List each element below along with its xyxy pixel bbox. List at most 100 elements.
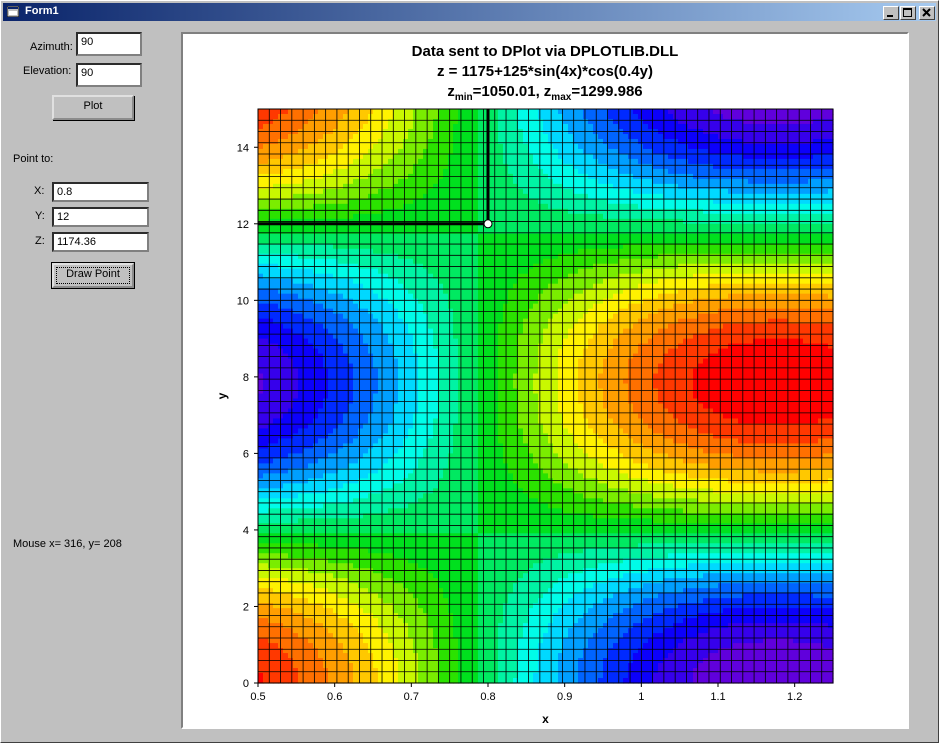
heatmap-cell <box>453 273 459 280</box>
heatmap-cell <box>348 258 354 265</box>
heatmap-cell <box>468 323 474 330</box>
heatmap-cell <box>453 198 459 205</box>
contour-plot[interactable]: Data sent to DPlot via DPLOTLIB.DLL z = … <box>183 34 907 727</box>
draw-point-button[interactable]: Draw Point <box>52 263 134 288</box>
heatmap-cell <box>318 508 324 514</box>
heatmap-cell <box>363 473 369 479</box>
heatmap-cell <box>333 393 339 400</box>
heatmap-cell <box>433 673 439 679</box>
heatmap-cell <box>438 318 444 325</box>
heatmap-cell <box>328 248 334 255</box>
heatmap-cell <box>268 208 274 215</box>
heatmap-cell <box>318 428 324 435</box>
heatmap-cell <box>383 458 389 464</box>
heatmap-cell <box>418 138 424 145</box>
heatmap-cell <box>358 193 364 200</box>
z-input[interactable]: 1174.36 <box>52 232 149 252</box>
app-icon[interactable] <box>7 6 19 17</box>
heatmap-cell <box>363 193 369 200</box>
heatmap-cell <box>388 578 394 584</box>
heatmap-cell <box>398 238 404 245</box>
heatmap-cell <box>338 473 344 479</box>
heatmap-cell <box>428 473 434 479</box>
heatmap-cell <box>448 663 454 669</box>
title-bar[interactable]: Form1 <box>3 3 936 21</box>
heatmap-cell <box>398 438 404 445</box>
heatmap-cell <box>363 208 369 215</box>
heatmap-cell <box>273 643 279 649</box>
heatmap-cell <box>258 628 264 634</box>
heatmap-cell <box>338 208 344 215</box>
elevation-input[interactable]: 90 <box>76 63 142 87</box>
heatmap-cell <box>403 303 409 310</box>
heatmap-cell <box>353 473 359 479</box>
azimuth-input[interactable]: 90 <box>76 32 142 56</box>
heatmap-cell <box>433 158 439 165</box>
maximize-button[interactable] <box>900 6 916 20</box>
plot-panel[interactable]: Data sent to DPlot via DPLOTLIB.DLL z = … <box>181 32 909 729</box>
y-input[interactable]: 12 <box>52 207 149 227</box>
heatmap-cell <box>453 508 459 514</box>
heatmap-cell <box>383 203 389 210</box>
heatmap-cell <box>308 238 314 245</box>
heatmap-cell <box>293 178 299 185</box>
minimize-button[interactable] <box>883 6 899 20</box>
heatmap-cell <box>348 483 354 489</box>
heatmap-cell <box>383 503 389 509</box>
heatmap-cell <box>468 343 474 350</box>
heatmap-cell <box>398 233 404 240</box>
heatmap-cell <box>383 153 389 160</box>
heatmap-cell <box>263 363 269 370</box>
heatmap-cell <box>273 143 279 150</box>
heatmap-cell <box>333 478 339 484</box>
heatmap-cell <box>468 268 474 275</box>
heatmap-cell <box>338 123 344 130</box>
heatmap-cell <box>453 343 459 350</box>
heatmap-cell <box>353 153 359 160</box>
heatmap-cell <box>308 268 314 275</box>
heatmap-cell <box>468 368 474 375</box>
heatmap-cell <box>453 568 459 574</box>
heatmap-cell <box>293 153 299 160</box>
heatmap-cell <box>328 283 334 290</box>
heatmap-cell <box>363 463 369 469</box>
heatmap-cell <box>438 433 444 440</box>
heatmap-cell <box>473 203 479 210</box>
heatmap-cell <box>283 508 289 514</box>
heatmap-cell <box>393 233 399 240</box>
heatmap-cell <box>373 653 379 659</box>
heatmap-cell <box>268 233 274 240</box>
heatmap-cell <box>343 363 349 370</box>
heatmap-cell <box>393 578 399 584</box>
heatmap-cell <box>318 343 324 350</box>
heatmap-cell <box>328 573 334 579</box>
close-button[interactable] <box>919 6 935 20</box>
heatmap-cell <box>358 488 364 494</box>
heatmap-cell <box>378 253 384 260</box>
heatmap-cell <box>443 323 449 330</box>
plot-button[interactable]: Plot <box>52 95 134 120</box>
heatmap-cell <box>273 493 279 499</box>
heatmap-cell <box>308 318 314 325</box>
heatmap-cell <box>388 203 394 210</box>
heatmap-cell <box>338 373 344 380</box>
heatmap-cell <box>418 383 424 390</box>
heatmap-cell <box>308 573 314 579</box>
heatmap-cell <box>303 383 309 390</box>
heatmap-cell <box>258 343 264 350</box>
heatmap-cell <box>353 418 359 425</box>
heatmap-cell <box>433 118 439 125</box>
heatmap-cell <box>308 383 314 390</box>
heatmap-cell <box>363 118 369 125</box>
heatmap-cell <box>423 643 429 649</box>
heatmap-cell <box>338 528 344 534</box>
heatmap-cell <box>363 518 369 524</box>
heatmap-cell <box>393 193 399 200</box>
x-input[interactable]: 0.8 <box>52 182 149 202</box>
heatmap-cell <box>328 493 334 499</box>
heatmap-cell <box>268 523 274 529</box>
heatmap-cell <box>333 153 339 160</box>
heatmap-cell <box>318 553 324 559</box>
heatmap-cell <box>468 278 474 285</box>
heatmap-cell <box>453 638 459 644</box>
